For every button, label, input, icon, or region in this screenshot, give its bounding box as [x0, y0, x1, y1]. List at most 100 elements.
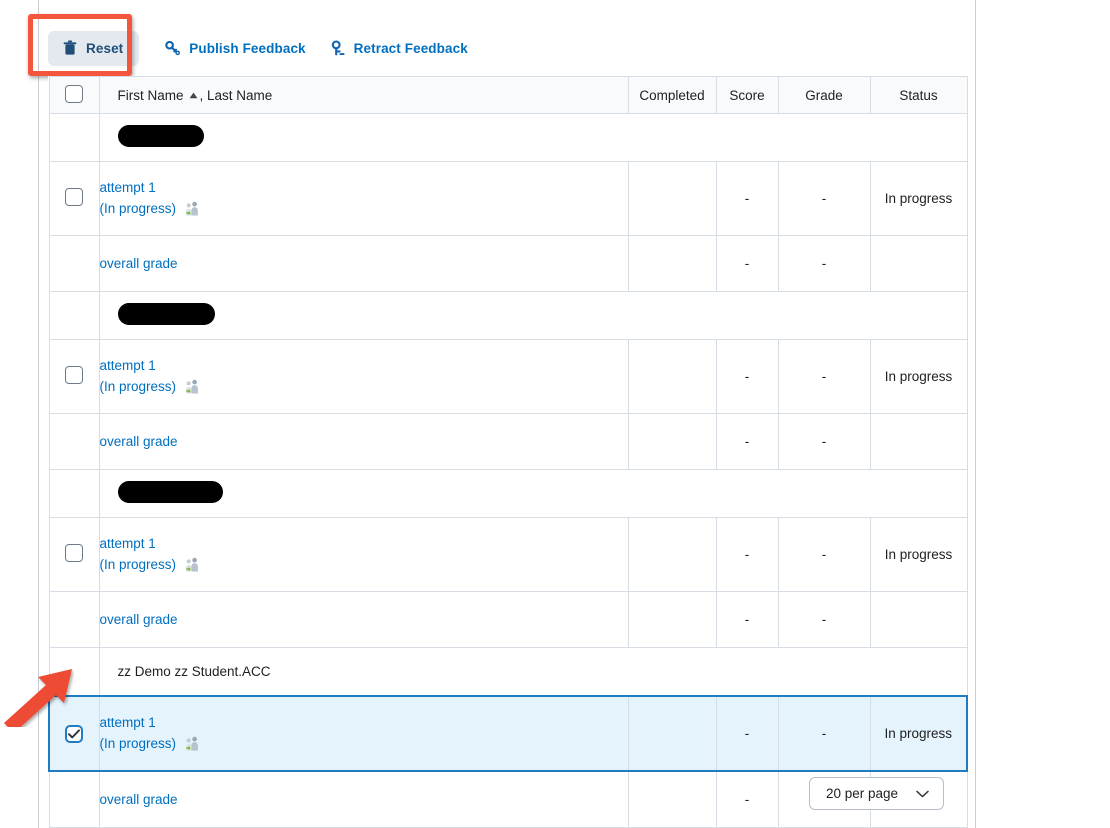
select-all-checkbox[interactable] — [65, 84, 83, 103]
student-group-row — [48, 291, 968, 340]
attempt-score-cell: - — [715, 695, 779, 772]
attempt-link[interactable]: attempt 1 — [100, 178, 628, 199]
attempt-link[interactable]: attempt 1 — [100, 534, 628, 555]
attempt-state-line: (In progress) — [100, 199, 628, 220]
attempt-state-label[interactable]: (In progress) — [100, 555, 177, 576]
retract-feedback-label: Retract Feedback — [353, 40, 468, 56]
attempt-completed-cell — [627, 695, 717, 772]
attempt-status-cell: In progress — [869, 517, 968, 592]
overall-grade-cell: overall grade — [98, 770, 629, 828]
people-icon — [185, 379, 199, 394]
attempt-select-cell — [48, 695, 100, 772]
overall-grade-cell: overall grade — [98, 591, 629, 648]
attempt-info-cell: attempt 1 (In progress) — [98, 517, 629, 592]
attempt-grade-cell: - — [777, 695, 871, 772]
overall-completed-cell — [627, 591, 717, 648]
attempt-state-label[interactable]: (In progress) — [100, 377, 177, 398]
table-header-row: First Name , Last Name Completed Score G… — [48, 76, 968, 114]
attempt-completed-cell — [627, 517, 717, 592]
attempt-info-cell: attempt 1 (In progress) — [98, 161, 629, 236]
select-all-header — [48, 76, 100, 114]
sort-ascending-icon — [189, 87, 198, 102]
per-page-select[interactable]: 20 per page — [809, 777, 945, 810]
submissions-table: First Name , Last Name Completed Score G… — [48, 76, 968, 828]
chevron-down-icon — [916, 786, 929, 801]
overall-grade-link[interactable]: overall grade — [100, 256, 178, 271]
attempt-checkbox[interactable] — [65, 188, 83, 206]
people-icon — [185, 201, 199, 216]
completed-column-header[interactable]: Completed — [627, 76, 717, 114]
overall-spacer-cell — [48, 770, 100, 828]
publish-feedback-label: Publish Feedback — [189, 40, 306, 56]
attempt-row[interactable]: attempt 1 (In progress) - - In progress — [48, 161, 968, 236]
student-group-spacer-cell — [48, 469, 100, 518]
attempt-state-line: (In progress) — [100, 734, 628, 755]
attempt-checkbox[interactable] — [65, 724, 84, 743]
status-column-header[interactable]: Status — [869, 76, 968, 114]
overall-grade-value-cell: - — [777, 413, 871, 470]
attempt-status-cell: In progress — [869, 695, 968, 772]
attempt-checkbox[interactable] — [65, 544, 83, 562]
attempt-select-cell — [48, 161, 100, 236]
attempt-score-cell: - — [715, 339, 779, 414]
overall-status-cell — [869, 235, 968, 292]
name-column-header[interactable]: First Name , Last Name — [98, 76, 629, 114]
submissions-table-container: First Name , Last Name Completed Score G… — [48, 76, 968, 828]
overall-grade-row: overall grade -- — [48, 413, 968, 470]
attempt-row[interactable]: attempt 1 (In progress) - - In progress — [48, 339, 968, 414]
trash-icon — [62, 40, 78, 57]
student-group-row — [48, 113, 968, 162]
overall-grade-link[interactable]: overall grade — [100, 612, 178, 627]
overall-grade-cell: overall grade — [98, 413, 629, 470]
first-name-header-label: First Name — [117, 88, 184, 103]
student-group-spacer-cell — [48, 291, 100, 340]
redaction-bar — [117, 125, 204, 147]
student-group-spacer-cell — [48, 647, 100, 697]
reset-button[interactable]: Reset — [48, 30, 140, 66]
attempt-row[interactable]: attempt 1 (In progress) - - In progress — [48, 517, 968, 592]
attempt-state-label[interactable]: (In progress) — [100, 734, 177, 755]
overall-grade-link[interactable]: overall grade — [100, 792, 178, 807]
publish-feedback-button[interactable]: Publish Feedback — [153, 32, 317, 65]
overall-grade-link[interactable]: overall grade — [100, 434, 178, 449]
overall-grade-value-cell: - — [777, 591, 871, 648]
student-group-row: zz Demo zz Student.ACC — [48, 647, 968, 697]
page-right-rule — [975, 0, 976, 828]
redaction-bar — [117, 303, 215, 325]
attempt-state-label[interactable]: (In progress) — [100, 199, 177, 220]
last-name-header-label: , Last Name — [199, 88, 273, 103]
attempt-info-cell: attempt 1 (In progress) — [98, 695, 629, 772]
attempt-row[interactable]: attempt 1 (In progress) - - In progress — [48, 695, 968, 772]
attempt-checkbox[interactable] — [65, 366, 83, 384]
overall-score-cell: - — [715, 591, 779, 648]
table-body: attempt 1 (In progress) - - In progress overa… — [48, 113, 968, 828]
page-root: Reset Publish Feedback Retract Feedback … — [0, 0, 1110, 828]
overall-completed-cell — [627, 770, 717, 828]
overall-grade-value-cell: - — [777, 235, 871, 292]
attempt-info-cell: attempt 1 (In progress) — [98, 339, 629, 414]
redaction-bar — [117, 481, 223, 503]
overall-spacer-cell — [48, 235, 100, 292]
grading-toolbar: Reset Publish Feedback Retract Feedback — [48, 22, 480, 74]
attempt-score-cell: - — [715, 161, 779, 236]
overall-score-cell: - — [715, 235, 779, 292]
student-name-redacted — [98, 113, 968, 162]
student-group-row — [48, 469, 968, 518]
overall-status-cell — [869, 591, 968, 648]
key-publish-icon — [165, 40, 181, 57]
attempt-link[interactable]: attempt 1 — [100, 713, 628, 734]
overall-completed-cell — [627, 235, 717, 292]
overall-grade-row: overall grade -- — [48, 235, 968, 292]
grade-column-header[interactable]: Grade — [777, 76, 871, 114]
attempt-link[interactable]: attempt 1 — [100, 356, 628, 377]
score-column-header[interactable]: Score — [715, 76, 779, 114]
attempt-score-cell: - — [715, 517, 779, 592]
attempt-status-cell: In progress — [869, 161, 968, 236]
student-name: zz Demo zz Student.ACC — [98, 647, 968, 697]
per-page-label: 20 per page — [826, 786, 899, 801]
overall-score-cell: - — [715, 770, 779, 828]
overall-spacer-cell — [48, 413, 100, 470]
retract-feedback-button[interactable]: Retract Feedback — [318, 32, 480, 65]
student-name-redacted — [98, 469, 968, 518]
student-group-spacer-cell — [48, 113, 100, 162]
